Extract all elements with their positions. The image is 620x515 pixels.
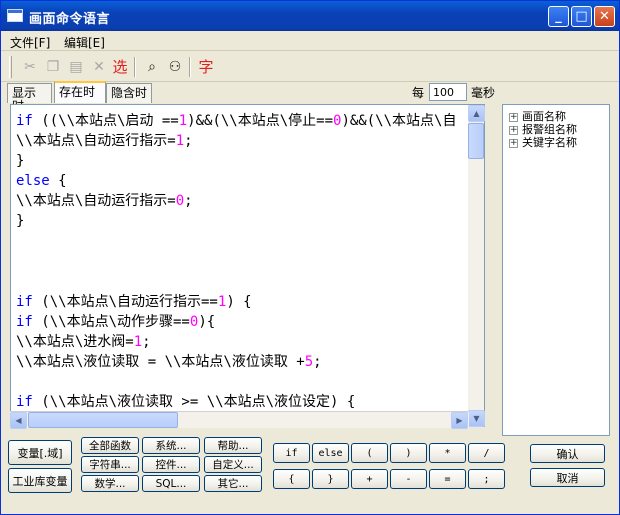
interval-prefix: 每 bbox=[412, 86, 425, 100]
scroll-thumb-vertical[interactable] bbox=[468, 123, 484, 159]
code-line[interactable] bbox=[16, 232, 456, 252]
code-line[interactable]: \\本站点\液位读取 = \\本站点\液位读取 +5; bbox=[16, 352, 456, 372]
tab-on-hide[interactable]: 隐含时 bbox=[106, 83, 152, 103]
menu-bar: 文件[F] 编辑[E] bbox=[1, 31, 619, 51]
scroll-down-button[interactable]: ▼ bbox=[468, 410, 485, 427]
tab-on-show[interactable]: 显示时 bbox=[7, 83, 52, 113]
dialog-window: 画面命令语言 _ □ ✕ 文件[F] 编辑[E] ✂ ❐ ▤ ✕ 选 ⌕ ⚇ 字… bbox=[0, 0, 620, 515]
window-title: 画面命令语言 bbox=[29, 12, 111, 27]
operator-buttons: if else() * / {} + - =; bbox=[271, 438, 507, 493]
editor-horizontal-scrollbar[interactable]: ◀ ▶ bbox=[10, 411, 469, 429]
code-line[interactable]: if (\\本站点\自动运行指示==1) { bbox=[16, 292, 456, 312]
code-text[interactable]: if ((\\本站点\启动 ==1)&&(\\本站点\停止==0)&&(\\本站… bbox=[16, 111, 456, 412]
minimize-icon: _ bbox=[555, 9, 562, 24]
ok-button[interactable]: 确认 bbox=[530, 444, 605, 463]
code-line[interactable]: \\本站点\进水阀=1; bbox=[16, 332, 456, 352]
menu-file[interactable]: 文件[F] bbox=[10, 34, 50, 51]
menu-edit[interactable]: 编辑[E] bbox=[64, 34, 105, 51]
arrow-up-icon: ▲ bbox=[473, 109, 480, 118]
cancel-button[interactable]: 取消 bbox=[530, 468, 605, 487]
code-editor[interactable]: if ((\\本站点\启动 ==1)&&(\\本站点\停止==0)&&(\\本站… bbox=[10, 104, 469, 427]
copy-icon[interactable]: ❐ bbox=[43, 57, 63, 77]
code-line[interactable] bbox=[16, 252, 456, 272]
interval-input[interactable] bbox=[429, 83, 467, 101]
code-line[interactable]: \\本站点\自动运行指示=0; bbox=[16, 191, 456, 211]
find-icon[interactable]: ⌕ bbox=[142, 57, 162, 77]
tree-item-keywords[interactable]: + 关键字名称 bbox=[509, 134, 577, 149]
operator-button[interactable]: if bbox=[273, 443, 310, 463]
paste-icon[interactable]: ▤ bbox=[66, 57, 86, 77]
code-line[interactable]: if (\\本站点\动作步骤==0){ bbox=[16, 312, 456, 332]
editor-vertical-scrollbar[interactable]: ▲ ▼ bbox=[468, 104, 485, 427]
math-functions-button[interactable]: 数学... bbox=[81, 475, 139, 492]
operator-button[interactable]: ) bbox=[390, 443, 427, 463]
code-line[interactable] bbox=[16, 372, 456, 392]
scroll-right-button[interactable]: ▶ bbox=[451, 412, 468, 429]
toolbar-separator bbox=[189, 57, 191, 77]
operator-button[interactable]: else bbox=[312, 443, 349, 463]
scroll-thumb-horizontal[interactable] bbox=[28, 412, 178, 428]
other-functions-button[interactable]: 其它... bbox=[204, 475, 262, 492]
code-line[interactable]: if (\\本站点\液位读取 >= \\本站点\液位设定) { bbox=[16, 392, 456, 412]
maximize-icon: □ bbox=[575, 9, 588, 24]
operator-button[interactable]: = bbox=[429, 469, 466, 489]
operator-button[interactable]: - bbox=[390, 469, 427, 489]
operator-button[interactable]: ; bbox=[468, 469, 505, 489]
toolbar-separator bbox=[134, 57, 136, 77]
cut-icon[interactable]: ✂ bbox=[20, 57, 40, 77]
code-line[interactable]: } bbox=[16, 211, 456, 231]
operator-button[interactable]: / bbox=[468, 443, 505, 463]
string-functions-button[interactable]: 字符串... bbox=[81, 456, 139, 473]
delete-icon[interactable]: ✕ bbox=[89, 57, 109, 77]
arrow-left-icon: ◀ bbox=[15, 416, 22, 425]
code-line[interactable]: else { bbox=[16, 171, 456, 191]
scroll-up-button[interactable]: ▲ bbox=[468, 105, 485, 122]
sql-functions-button[interactable]: SQL... bbox=[142, 475, 200, 492]
minimize-button[interactable]: _ bbox=[548, 6, 569, 27]
interval-unit: 毫秒 bbox=[471, 86, 496, 100]
operator-button[interactable]: } bbox=[312, 469, 349, 489]
industry-variable-button[interactable]: 工业库变量 bbox=[8, 468, 72, 493]
font-button[interactable]: 字 bbox=[196, 57, 216, 77]
tree-item-screen-names[interactable]: + 画面名称 bbox=[509, 108, 566, 123]
operator-button[interactable]: { bbox=[273, 469, 310, 489]
arrow-down-icon: ▼ bbox=[473, 414, 480, 423]
operator-button[interactable]: * bbox=[429, 443, 466, 463]
control-functions-button[interactable]: 控件... bbox=[142, 456, 200, 473]
code-line[interactable] bbox=[16, 272, 456, 292]
toolbar: ✂ ❐ ▤ ✕ 选 ⌕ ⚇ 字 bbox=[1, 52, 619, 82]
app-icon bbox=[7, 9, 23, 22]
title-bar[interactable]: 画面命令语言 _ □ ✕ bbox=[1, 1, 619, 31]
select-button[interactable]: 选 bbox=[110, 57, 130, 77]
operator-button[interactable]: ( bbox=[351, 443, 388, 463]
code-line[interactable]: } bbox=[16, 151, 456, 171]
replace-icon[interactable]: ⚇ bbox=[165, 57, 185, 77]
tab-while-showing[interactable]: 存在时 bbox=[54, 81, 106, 103]
close-icon: ✕ bbox=[599, 9, 610, 24]
code-line[interactable]: if ((\\本站点\启动 ==1)&&(\\本站点\停止==0)&&(\\本站… bbox=[16, 111, 456, 131]
name-tree: + 画面名称 + 报警组名称 + 关键字名称 bbox=[502, 104, 610, 436]
system-functions-button[interactable]: 系统... bbox=[142, 437, 200, 454]
expand-icon[interactable]: + bbox=[509, 138, 518, 148]
code-line[interactable]: \\本站点\自动运行指示=1; bbox=[16, 131, 456, 151]
operator-button[interactable]: + bbox=[351, 469, 388, 489]
all-functions-button[interactable]: 全部函数 bbox=[81, 437, 139, 454]
help-button[interactable]: 帮助... bbox=[204, 437, 262, 454]
tree-item-alarm-groups[interactable]: + 报警组名称 bbox=[509, 121, 577, 136]
custom-functions-button[interactable]: 自定义... bbox=[204, 456, 262, 473]
scroll-left-button[interactable]: ◀ bbox=[10, 412, 27, 429]
close-button[interactable]: ✕ bbox=[594, 6, 615, 27]
maximize-button[interactable]: □ bbox=[571, 6, 592, 27]
toolbar-grip[interactable] bbox=[9, 56, 12, 78]
variable-field-button[interactable]: 变量[.域] bbox=[8, 440, 72, 465]
arrow-right-icon: ▶ bbox=[456, 416, 463, 425]
